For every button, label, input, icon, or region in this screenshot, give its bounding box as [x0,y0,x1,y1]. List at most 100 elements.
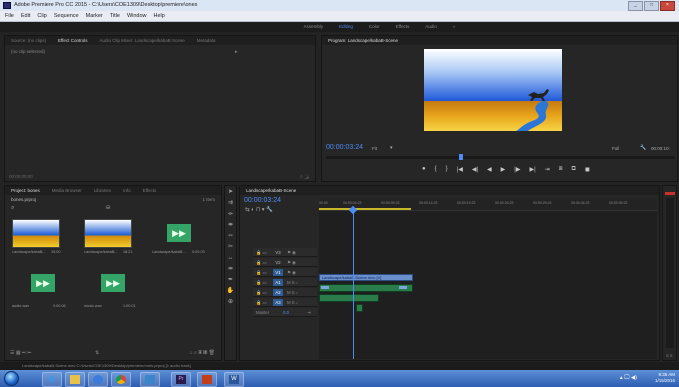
track-header-v2[interactable]: 🔒 ▭ V2 ⚑ ◉ [253,258,317,267]
panel-menu-icon[interactable]: ▸ [235,49,238,55]
export-frame-button[interactable]: ⧉ [572,166,576,173]
filter-bin-icon[interactable]: ⛁ [106,205,110,211]
tab-libraries[interactable]: Libraries [94,186,111,195]
camera-icon[interactable]: ◼ [585,166,590,173]
lift-button[interactable]: ⇥ [545,166,550,173]
sort-icon[interactable]: ⇅ [95,350,99,356]
track-header-master[interactable]: Master 0.0 ⇥ [253,308,317,317]
reverse-button[interactable]: ◀ [487,166,492,173]
project-item-video-1[interactable] [12,219,60,248]
menu-window[interactable]: Window [127,11,147,21]
paint-icon[interactable] [140,372,160,387]
project-item-sequence[interactable]: ▶▶ [167,224,191,242]
meter-solo-icon[interactable]: S S [666,353,672,358]
list-view-icon[interactable]: ☰ ▦ ━○━ [10,350,31,356]
mark-in-button[interactable]: { [435,166,437,173]
workspace-effects[interactable]: Effects [396,22,410,32]
track-area[interactable]: Landscape/kabaB-Scene.mov [V] [319,211,657,359]
selection-tool-icon[interactable]: ➤ [227,188,235,196]
track-header-v1[interactable]: 🔒 ▭ V1 ⚑ ◉ [253,268,317,277]
master-volume[interactable]: 0.0 [283,308,289,316]
tab-effects[interactable]: Effects [143,186,157,195]
step-back-button[interactable]: ◀| [472,166,478,173]
explorer-icon[interactable] [65,372,85,387]
powerpoint-icon[interactable] [197,372,217,387]
close-button[interactable]: × [660,1,675,11]
extract-button[interactable]: ⧈ [559,166,563,173]
track-header-a2[interactable]: 🔒 ▭ A2 M S ♪ [253,288,317,297]
menu-sequence[interactable]: Sequence [54,11,79,21]
slip-tool-icon[interactable]: ↔ [227,254,235,262]
timeline-timecode[interactable]: 00:00:03:24 [244,197,281,204]
timeline-sequence-tab[interactable]: Landscape/kabaB-Scene [246,186,296,195]
go-to-out-button[interactable]: ▶| [529,166,535,173]
tab-effect-controls[interactable]: Effect Controls [58,36,87,45]
track-header-a3[interactable]: 🔒 ▭ A3 M S ♪ [253,298,317,307]
premiere-icon[interactable]: Pr [171,372,191,387]
zoom-tool-icon[interactable]: ⊕ [227,298,235,306]
start-button[interactable] [4,371,19,386]
hand-tool-icon[interactable]: ✋ [227,287,235,295]
track-header-v3[interactable]: 🔒 ▭ V3 ⚑ ◉ [253,248,317,257]
search-icon[interactable]: ⌕ [11,205,14,212]
workspace-more[interactable]: » [453,22,456,32]
program-scrub-bar[interactable] [326,156,675,159]
step-forward-button[interactable]: |▶ [514,166,520,173]
quality-dropdown[interactable]: Full [612,146,619,151]
tab-project[interactable]: Project: bones [11,186,40,195]
minimize-button[interactable]: _ [628,1,643,11]
menu-help[interactable]: Help [154,11,165,21]
menu-marker[interactable]: Marker [86,11,103,21]
program-playhead[interactable] [459,154,463,160]
workspace-editing[interactable]: Editing [339,22,353,32]
maximize-button[interactable]: □ [644,1,659,11]
pen-tool-icon[interactable]: ✒ [227,276,235,284]
project-item-video-2[interactable] [84,219,132,248]
tray-icons[interactable]: ▴ 🖵 ◀) [620,375,637,382]
timeline-ruler[interactable]: 00:00 00:00:04:23 00:00:09:23 00:00:14:2… [319,198,657,211]
track-select-tool-icon[interactable]: ⇉ [227,199,235,207]
new-item-icon[interactable]: ⌂ ⌕ ▣ ▥ 🗑 [190,350,215,356]
tab-source[interactable]: Source: (no clips) [11,36,46,45]
ie-icon[interactable]: e [42,372,62,387]
go-to-in-button[interactable]: |◀ [457,166,463,173]
timeline-playhead-line[interactable] [353,211,354,359]
timeline-tool-icons[interactable]: ⇆ ◐ ⊓ ▾ 🔧 [245,207,273,213]
settings-wrench-icon[interactable]: 🔧 [640,145,646,151]
video-clip[interactable]: Landscape/kabaB-Scene.mov [V] [319,274,413,281]
tab-media-browser[interactable]: Media Browser [52,186,82,195]
menu-file[interactable]: File [5,11,14,21]
workspace-audio[interactable]: Audio [425,22,437,32]
audio-clip-a2[interactable] [319,294,379,302]
chevron-down-icon[interactable]: ▾ [390,145,393,151]
rate-stretch-tool-icon[interactable]: ⇿ [227,232,235,240]
project-item-audio-2[interactable]: ▶▶ [101,274,125,292]
menu-edit[interactable]: Edit [21,11,30,21]
work-area-bar[interactable] [319,208,411,210]
menu-clip[interactable]: Clip [37,11,46,21]
razor-tool-icon[interactable]: ✂ [227,243,235,251]
project-item-audio-1[interactable]: ▶▶ [31,274,55,292]
program-title[interactable]: Program: Landscape/kabaB-Scene [328,36,398,45]
menu-title[interactable]: Title [110,11,120,21]
clock-date[interactable]: 1/15/2016 [655,378,675,384]
audio-clip-a3[interactable] [356,304,363,312]
chrome-icon[interactable] [111,372,131,387]
tab-metadata[interactable]: Metadata [197,36,216,45]
media-icon[interactable] [88,372,108,387]
fit-dropdown[interactable]: Fit [372,146,377,151]
program-timecode[interactable]: 00:00:03:24 [326,144,363,151]
slide-tool-icon[interactable]: ⇹ [227,265,235,273]
workspace-color[interactable]: Color [369,22,380,32]
mark-out-button[interactable]: } [446,166,448,173]
track-header-a1[interactable]: 🔒 ▭ A1 M S ♪ [253,278,317,287]
workspace-assembly[interactable]: Assembly [304,22,324,32]
filter-icon[interactable]: ⌕ ⇲ [300,174,309,180]
tab-audio-clip-mixer[interactable]: Audio Clip Mixer: Landscape/kabaB Scene [99,36,184,45]
ripple-edit-tool-icon[interactable]: ⟛ [227,210,235,218]
rolling-edit-tool-icon[interactable]: ⇼ [227,221,235,229]
play-button[interactable]: ▶ [501,166,506,173]
tab-info[interactable]: Info [123,186,131,195]
word-icon[interactable]: W [224,372,244,387]
add-marker-button[interactable]: ● [422,166,426,173]
